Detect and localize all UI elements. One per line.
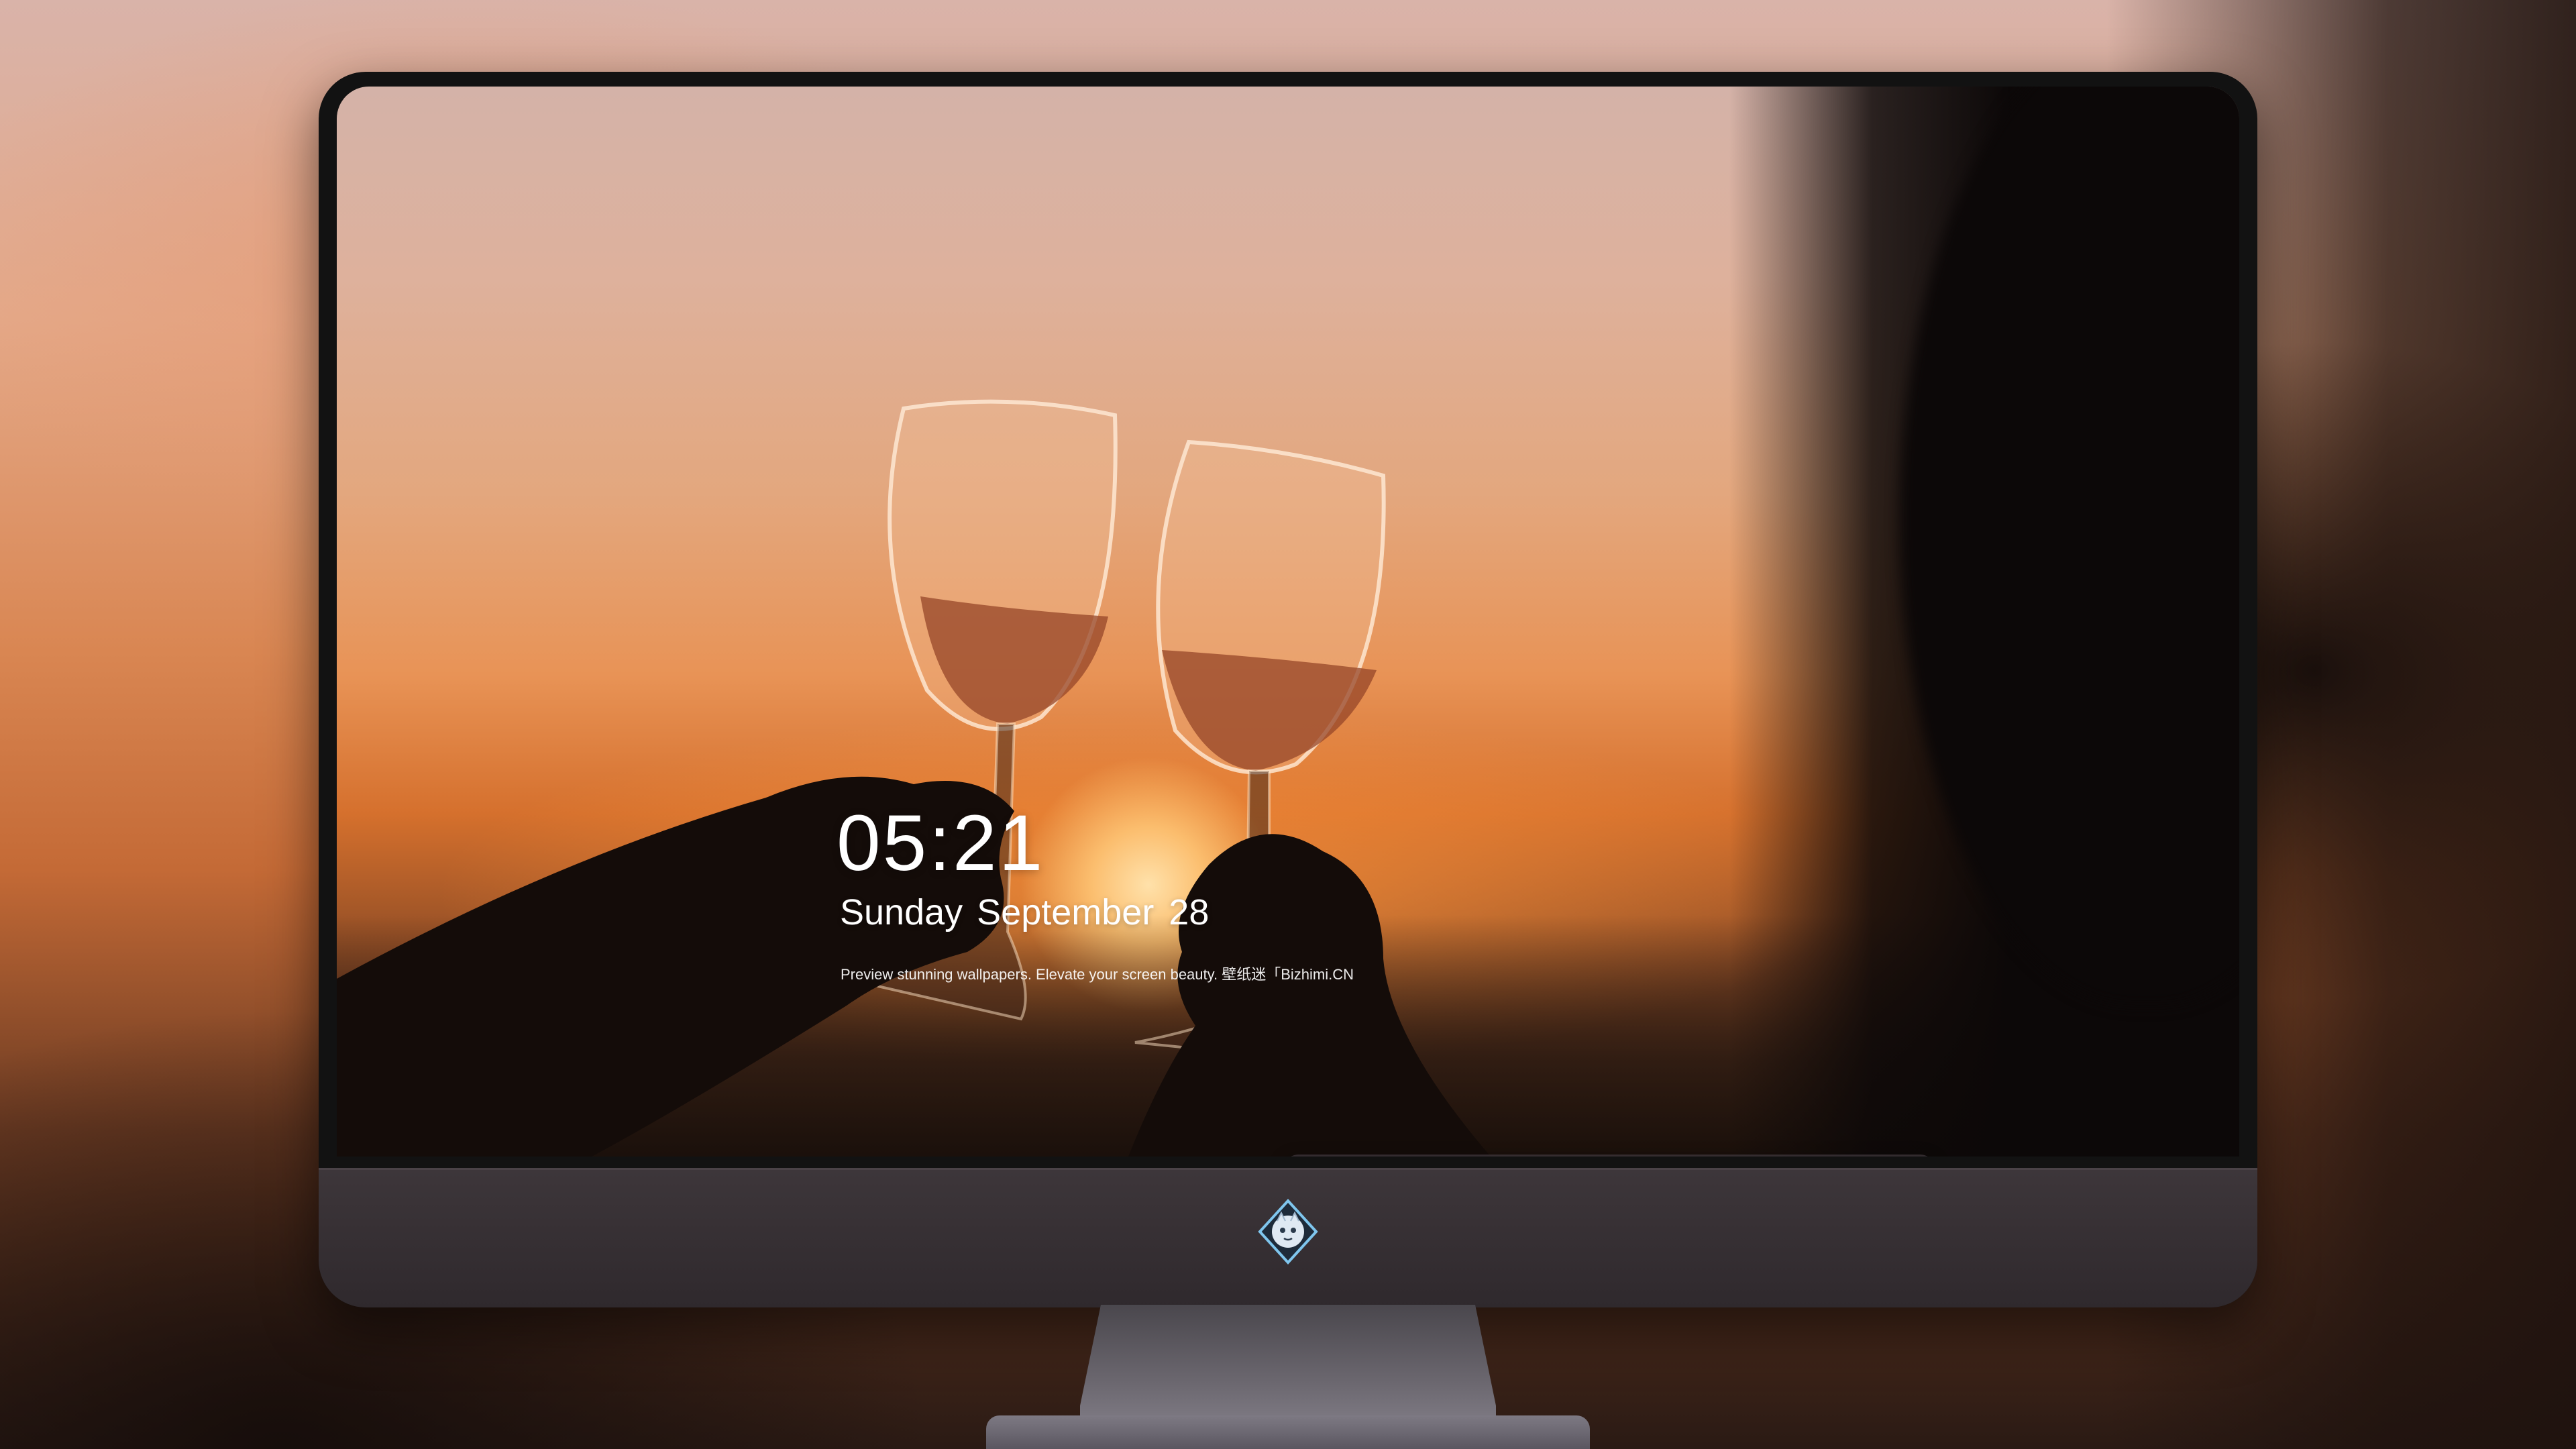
desktop-screen: 05:21 Sunday September 28 Preview stunnin…	[337, 87, 2239, 1157]
monitor-chin	[319, 1168, 2257, 1307]
wallpaper-tagline: Preview stunning wallpapers. Elevate you…	[841, 966, 1354, 983]
clock-time: 05:21	[837, 799, 1045, 888]
date-label: Sunday September 28	[840, 892, 1209, 933]
day-number: 28	[1169, 892, 1210, 932]
dock	[1283, 1155, 1936, 1157]
monitor-stand-base	[986, 1415, 1590, 1449]
weekday-month: Sunday September	[840, 892, 1155, 932]
wallpaper-toast-illustration	[337, 399, 1491, 1157]
monitor: 05:21 Sunday September 28 Preview stunnin…	[319, 72, 2257, 1307]
brand-logo-icon	[1258, 1199, 1318, 1265]
